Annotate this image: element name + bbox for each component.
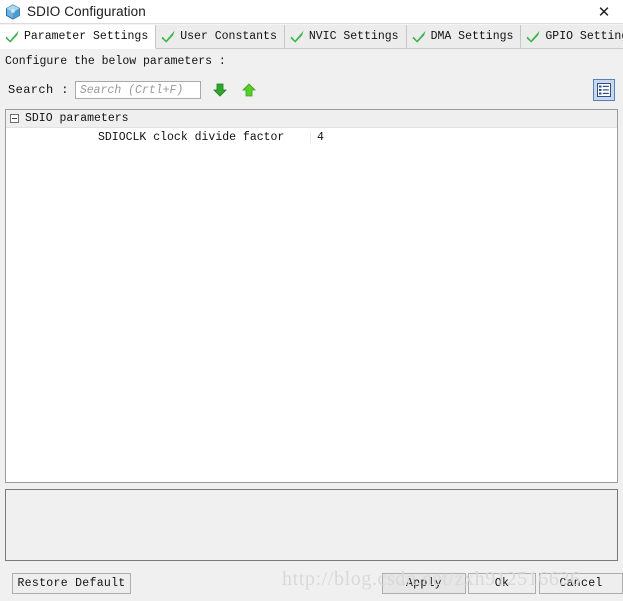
apply-button[interactable]: Apply: [382, 573, 466, 594]
search-row: Search :: [0, 77, 623, 103]
tab-dma-settings[interactable]: DMA Settings: [406, 25, 522, 48]
tab-label: DMA Settings: [430, 30, 514, 43]
tree-group-label: SDIO parameters: [25, 112, 129, 125]
tree-group-sdio-parameters[interactable]: SDIO parameters: [6, 110, 617, 128]
param-name: SDIOCLK clock divide factor: [6, 130, 311, 144]
tab-bar: Parameter Settings User Constants NVIC S…: [0, 24, 623, 49]
green-check-icon: [161, 30, 176, 43]
green-check-icon: [5, 30, 20, 43]
close-icon[interactable]: ✕: [585, 0, 623, 23]
arrow-down-icon[interactable]: [210, 80, 230, 100]
green-check-icon: [412, 30, 427, 43]
main-content: Configure the below parameters : Search …: [0, 49, 623, 565]
ok-button[interactable]: Ok: [468, 573, 536, 594]
tab-label: NVIC Settings: [308, 30, 399, 43]
title-bar: SDIO Configuration ✕: [0, 0, 623, 23]
param-value[interactable]: 4: [311, 131, 324, 144]
tab-parameter-settings[interactable]: Parameter Settings: [0, 25, 157, 49]
footer-bar: Restore Default Apply Ok Cancel: [0, 565, 623, 601]
tab-label: User Constants: [180, 30, 277, 43]
cube-icon: [5, 3, 21, 20]
collapse-box-icon[interactable]: [10, 114, 19, 123]
instruction-text: Configure the below parameters :: [5, 55, 226, 68]
green-check-icon: [290, 30, 305, 43]
tab-label: Parameter Settings: [24, 30, 149, 43]
tab-label: GPIO Settings: [545, 30, 623, 43]
cancel-button[interactable]: Cancel: [539, 573, 623, 594]
green-check-icon: [526, 30, 541, 43]
search-label: Search :: [8, 83, 69, 97]
arrow-up-icon[interactable]: [239, 80, 259, 100]
description-panel: [5, 489, 618, 561]
search-input[interactable]: [74, 81, 201, 99]
tab-user-constants[interactable]: User Constants: [156, 25, 285, 48]
page-title: SDIO Configuration: [27, 4, 146, 19]
restore-default-button[interactable]: Restore Default: [12, 573, 131, 594]
tab-gpio-settings[interactable]: GPIO Settings: [521, 25, 623, 48]
sdio-configuration-window: SDIO Configuration ✕ Parameter Settings …: [0, 0, 623, 601]
parameter-tree[interactable]: SDIO parameters SDIOCLK clock divide fac…: [5, 109, 618, 483]
list-view-icon[interactable]: [593, 79, 615, 101]
tab-nvic-settings[interactable]: NVIC Settings: [284, 25, 407, 48]
table-row[interactable]: SDIOCLK clock divide factor 4: [6, 128, 617, 146]
